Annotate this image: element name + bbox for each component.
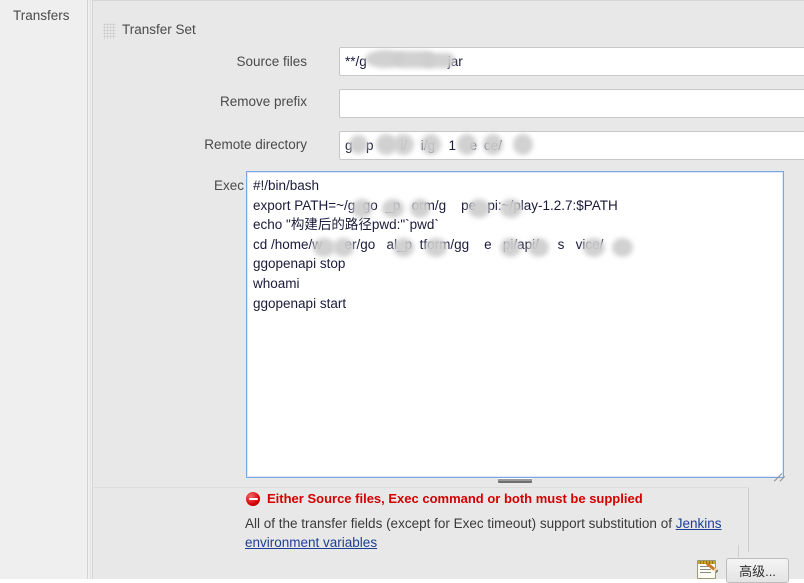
source-files-input[interactable] — [339, 47, 804, 76]
validation-error-message: Either Source files, Exec command or bot… — [267, 491, 643, 506]
left-section-column: Transfers — [0, 0, 87, 579]
panel-title: Transfer Set — [122, 22, 196, 37]
bottom-vertical-divider — [748, 488, 749, 552]
help-text-body: All of the transfer fields (except for E… — [245, 516, 676, 531]
section-label-transfers: Transfers — [13, 8, 70, 23]
drag-grip-icon[interactable] — [103, 23, 116, 39]
label-remove-prefix: Remove prefix — [219, 94, 307, 109]
textarea-drag-handle[interactable] — [498, 478, 532, 483]
remove-prefix-input[interactable] — [339, 89, 804, 118]
label-remote-directory: Remote directory — [204, 137, 307, 152]
advanced-button[interactable]: 高级... — [726, 558, 789, 583]
error-circle-icon — [246, 491, 260, 506]
column-divider — [87, 0, 88, 579]
exec-command-textarea[interactable] — [246, 171, 784, 478]
section-separator — [93, 487, 748, 488]
notepad-pencil-icon — [697, 558, 719, 579]
label-source-files: Source files — [236, 54, 307, 69]
transfer-set-config-screen: Transfers Transfer Set Source files **/g… — [0, 0, 804, 583]
remote-directory-input[interactable] — [339, 131, 804, 160]
field-help-text: All of the transfer fields (except for E… — [245, 514, 743, 552]
column-divider-inner — [90, 0, 91, 579]
validation-error-row: Either Source files, Exec command or bot… — [246, 491, 643, 506]
